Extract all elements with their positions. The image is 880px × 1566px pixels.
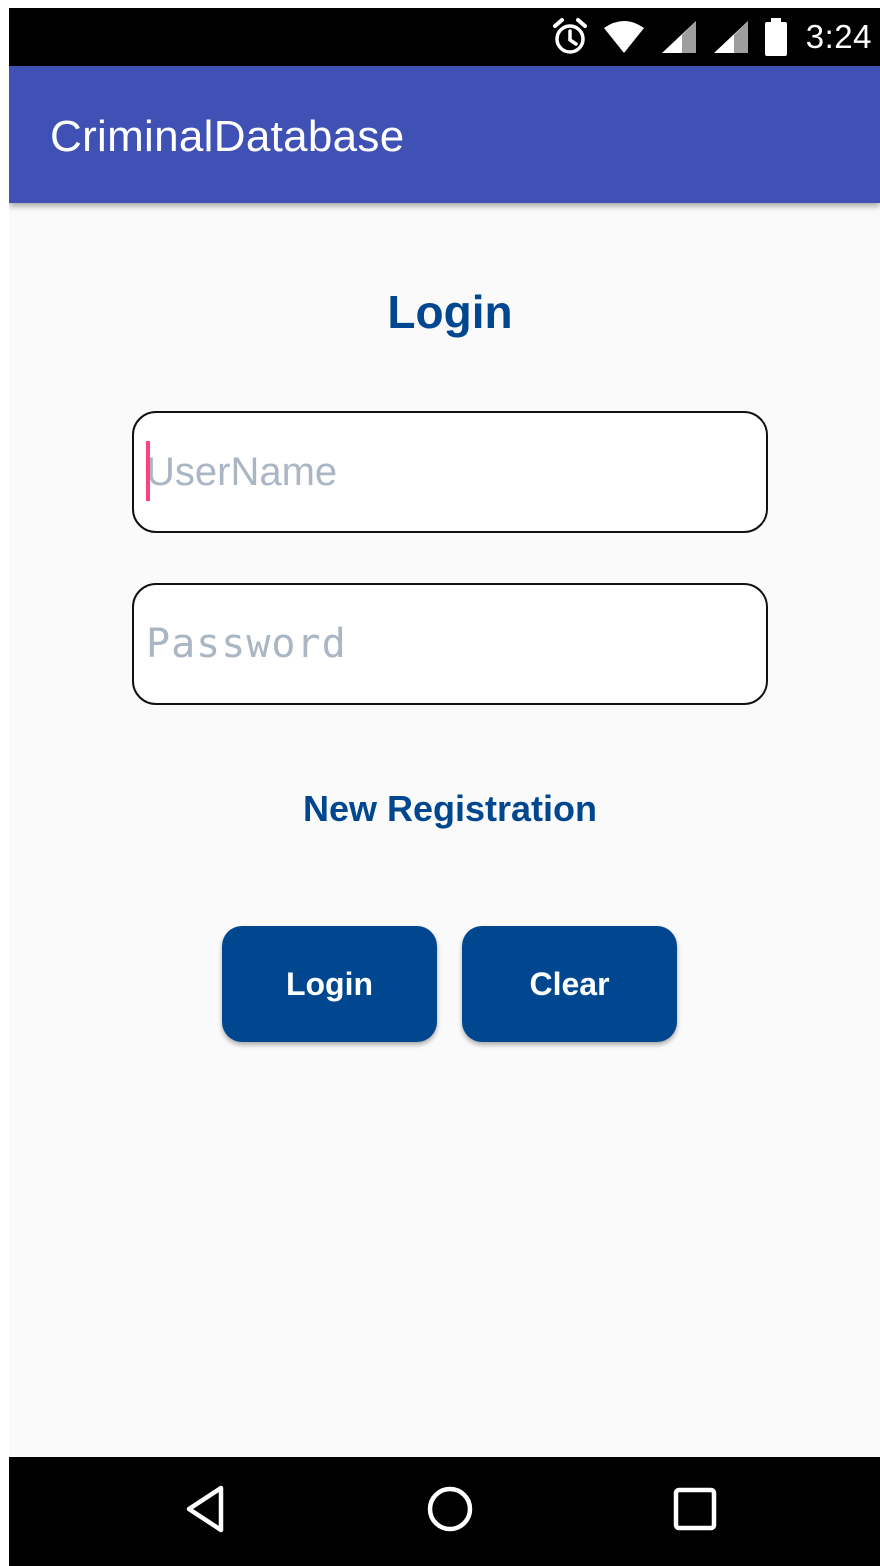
page-title: Login xyxy=(387,286,513,338)
clear-button[interactable]: Clear xyxy=(462,926,677,1042)
new-registration-link[interactable]: New Registration xyxy=(9,788,880,830)
back-button[interactable] xyxy=(150,1457,260,1566)
signal-icon xyxy=(712,19,750,55)
recents-button[interactable] xyxy=(640,1457,750,1566)
home-icon xyxy=(425,1484,475,1539)
app-title: CriminalDatabase xyxy=(50,112,405,161)
login-form: Login New Registration Login Clear xyxy=(9,203,880,1457)
status-bar: 3:24 xyxy=(9,8,880,66)
status-time: 3:24 xyxy=(805,18,872,55)
recents-icon xyxy=(672,1486,718,1537)
wifi-icon xyxy=(602,20,646,54)
username-input[interactable] xyxy=(146,413,746,531)
password-input[interactable] xyxy=(146,585,746,703)
app-bar: CriminalDatabase xyxy=(9,66,880,203)
password-field-box[interactable] xyxy=(132,583,768,705)
back-icon xyxy=(183,1484,227,1539)
signal-icon xyxy=(660,19,698,55)
alarm-icon xyxy=(552,17,588,57)
device-screen: 3:24 CriminalDatabase Login New Registra… xyxy=(9,8,880,1566)
battery-icon xyxy=(764,18,788,56)
status-icons: 3:24 xyxy=(552,8,872,66)
navigation-bar xyxy=(9,1457,880,1566)
username-field-box[interactable] xyxy=(132,411,768,533)
home-button[interactable] xyxy=(395,1457,505,1566)
text-caret xyxy=(146,441,150,501)
login-button[interactable]: Login xyxy=(222,926,437,1042)
